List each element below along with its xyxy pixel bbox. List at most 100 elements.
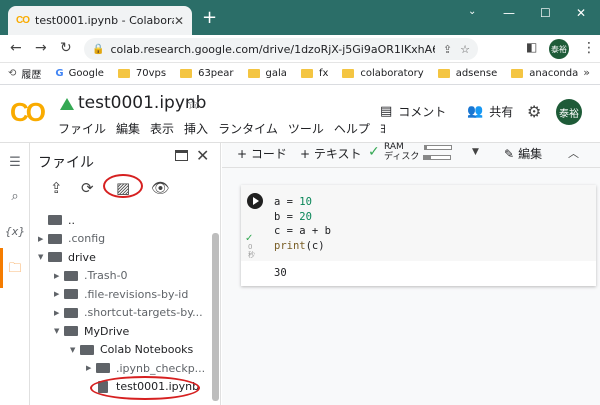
- lock-icon[interactable]: 🔒: [92, 44, 104, 55]
- comment-button[interactable]: ▤ コメント: [380, 103, 446, 120]
- bookmark-fx[interactable]: fx: [300, 68, 328, 79]
- browser-menu-icon[interactable]: ⋮: [582, 40, 596, 56]
- browser-tab[interactable]: CO test0001.ipynb - Colaboratory ✕: [8, 6, 192, 35]
- bookmark-63pear[interactable]: 63pear: [180, 68, 234, 79]
- menu-file[interactable]: ファイル: [58, 120, 106, 137]
- new-tab-icon[interactable]: +: [202, 8, 217, 28]
- browser-tab-strip: CO test0001.ipynb - Colaboratory ✕ + ⌄ —…: [0, 0, 600, 35]
- code-token: a =: [274, 196, 300, 208]
- caret-down-icon[interactable]: ▼: [38, 253, 48, 261]
- code-token: 20: [299, 210, 312, 223]
- run-cell-icon[interactable]: [247, 193, 263, 209]
- code-token: c = a + b: [274, 225, 331, 237]
- notebook-toolbar: + コード + テキスト ✓ RAM ディスク ▼ ✎ 編集 ︿: [222, 142, 600, 167]
- minimize-icon[interactable]: —: [503, 6, 515, 20]
- bookmark-colaboratory[interactable]: colaboratory: [342, 68, 424, 79]
- share-button[interactable]: 👥 共有: [467, 103, 513, 120]
- bookmark-gala[interactable]: gala: [247, 68, 287, 79]
- exec-info: 0 秒: [248, 243, 255, 259]
- upload-icon[interactable]: ⇪: [50, 179, 63, 197]
- add-code-button[interactable]: + コード: [237, 145, 287, 162]
- code-line: print(c): [274, 239, 596, 254]
- file-tree-row[interactable]: ▶ .shortcut-targets-by...: [30, 304, 210, 323]
- bookmark-anaconda[interactable]: anaconda: [511, 68, 578, 79]
- runtime-dropdown-icon[interactable]: ▼: [472, 147, 479, 157]
- menu-view[interactable]: 表示: [150, 120, 174, 137]
- files-scrollbar[interactable]: [212, 233, 219, 401]
- bookmark-star-icon[interactable]: ☆: [460, 43, 470, 56]
- add-text-button[interactable]: + テキスト: [300, 145, 362, 162]
- tab-search-icon[interactable]: ⌄: [468, 6, 476, 17]
- table-of-contents-icon[interactable]: ☰: [0, 155, 30, 170]
- back-icon[interactable]: ←: [10, 40, 22, 56]
- bookmark-adsense[interactable]: adsense: [437, 68, 497, 79]
- settings-gear-icon[interactable]: ⚙: [527, 102, 541, 121]
- more-bookmarks-icon[interactable]: »: [583, 66, 590, 79]
- tab-close-icon[interactable]: ✕: [174, 14, 184, 28]
- highlight-circle: [90, 376, 200, 400]
- file-tree-row[interactable]: ▶ .file-revisions-by-id: [30, 285, 210, 304]
- forward-icon[interactable]: →: [35, 40, 47, 56]
- bookmarks-bar: ⟲ 履歴 G Google 70vps 63pear gala fx colabor…: [0, 63, 600, 85]
- maximize-icon[interactable]: ☐: [540, 6, 551, 20]
- caret-right-icon[interactable]: ▶: [54, 290, 64, 298]
- people-icon: 👥: [467, 104, 484, 119]
- files-folder-icon[interactable]: 🗀: [0, 259, 30, 281]
- show-hidden-files-icon[interactable]: 👁: [151, 179, 170, 197]
- share-page-icon[interactable]: ⇪: [443, 43, 452, 56]
- menu-edit[interactable]: 編集: [116, 120, 140, 137]
- drive-icon[interactable]: [60, 98, 74, 110]
- profile-avatar[interactable]: 泰裕: [549, 39, 569, 59]
- side-panel-icon[interactable]: ◧: [526, 40, 537, 54]
- menu-overflow[interactable]: ﾖ: [380, 120, 386, 137]
- window-close-icon[interactable]: ✕: [576, 6, 586, 20]
- menu-runtime[interactable]: ランタイム: [218, 120, 278, 137]
- caret-down-icon[interactable]: ▼: [70, 346, 80, 354]
- history-icon: ⟲: [8, 68, 17, 79]
- file-tree-row[interactable]: ▼ Colab Notebooks: [30, 341, 210, 360]
- file-tree-row[interactable]: ▼ MyDrive: [30, 322, 210, 341]
- caret-right-icon[interactable]: ▶: [38, 235, 48, 243]
- pencil-icon: ✎: [504, 147, 515, 161]
- caret-right-icon[interactable]: ▶: [54, 272, 64, 280]
- code-editor[interactable]: a = 10 b = 20 c = a + b print(c): [241, 185, 596, 261]
- menu-tools[interactable]: ツール: [288, 120, 324, 137]
- url-text: colab.research.google.com/drive/1dzoRjX-…: [110, 42, 434, 56]
- file-tree-row[interactable]: ..: [30, 211, 210, 230]
- file-tree-row[interactable]: ▶ .config: [30, 230, 210, 249]
- open-in-tab-icon[interactable]: [175, 150, 188, 161]
- bookmark-70vps[interactable]: 70vps: [117, 68, 166, 79]
- folder-icon: [64, 289, 78, 300]
- close-panel-icon[interactable]: ✕: [196, 146, 209, 165]
- bookmark-history[interactable]: ⟲ 履歴: [8, 66, 41, 81]
- google-icon: G: [55, 68, 64, 79]
- file-tree-row[interactable]: ▼ drive: [30, 248, 210, 267]
- bookmark-google[interactable]: G Google: [55, 68, 103, 79]
- user-avatar[interactable]: 泰裕: [556, 99, 582, 125]
- folder-icon: [96, 363, 110, 374]
- variables-icon[interactable]: {x}: [0, 225, 30, 238]
- toolbar-divider: [222, 167, 600, 168]
- resource-monitor[interactable]: RAM ディスク: [384, 142, 452, 162]
- search-icon[interactable]: ⌕: [0, 189, 30, 204]
- menu-help[interactable]: ヘルプ: [334, 120, 370, 137]
- caret-down-icon[interactable]: ▼: [54, 327, 64, 335]
- code-token: 10: [299, 196, 312, 208]
- folder-icon: [342, 69, 355, 78]
- menu-insert[interactable]: 挿入: [184, 120, 208, 137]
- code-cell[interactable]: a = 10 b = 20 c = a + b print(c) ✓ 0 秒 30: [241, 185, 596, 286]
- folder-icon: [64, 307, 78, 318]
- file-tree-row[interactable]: ▶ .ipynb_checkp...: [30, 359, 210, 378]
- file-tree-row[interactable]: ▶ .Trash-0: [30, 267, 210, 286]
- ram-label: RAM: [384, 142, 404, 152]
- caret-right-icon[interactable]: ▶: [86, 364, 96, 372]
- collapse-header-icon[interactable]: ︿: [568, 145, 579, 161]
- address-bar[interactable]: 🔒 colab.research.google.com/drive/1dzoRj…: [84, 38, 478, 60]
- reload-icon[interactable]: ↻: [60, 40, 72, 56]
- disk-bar: [423, 154, 452, 160]
- colab-logo[interactable]: CO: [10, 97, 46, 128]
- refresh-icon[interactable]: ⟳: [81, 179, 94, 197]
- edit-button[interactable]: ✎ 編集: [504, 145, 542, 162]
- caret-right-icon[interactable]: ▶: [54, 309, 64, 317]
- star-icon[interactable]: ☆: [186, 94, 200, 113]
